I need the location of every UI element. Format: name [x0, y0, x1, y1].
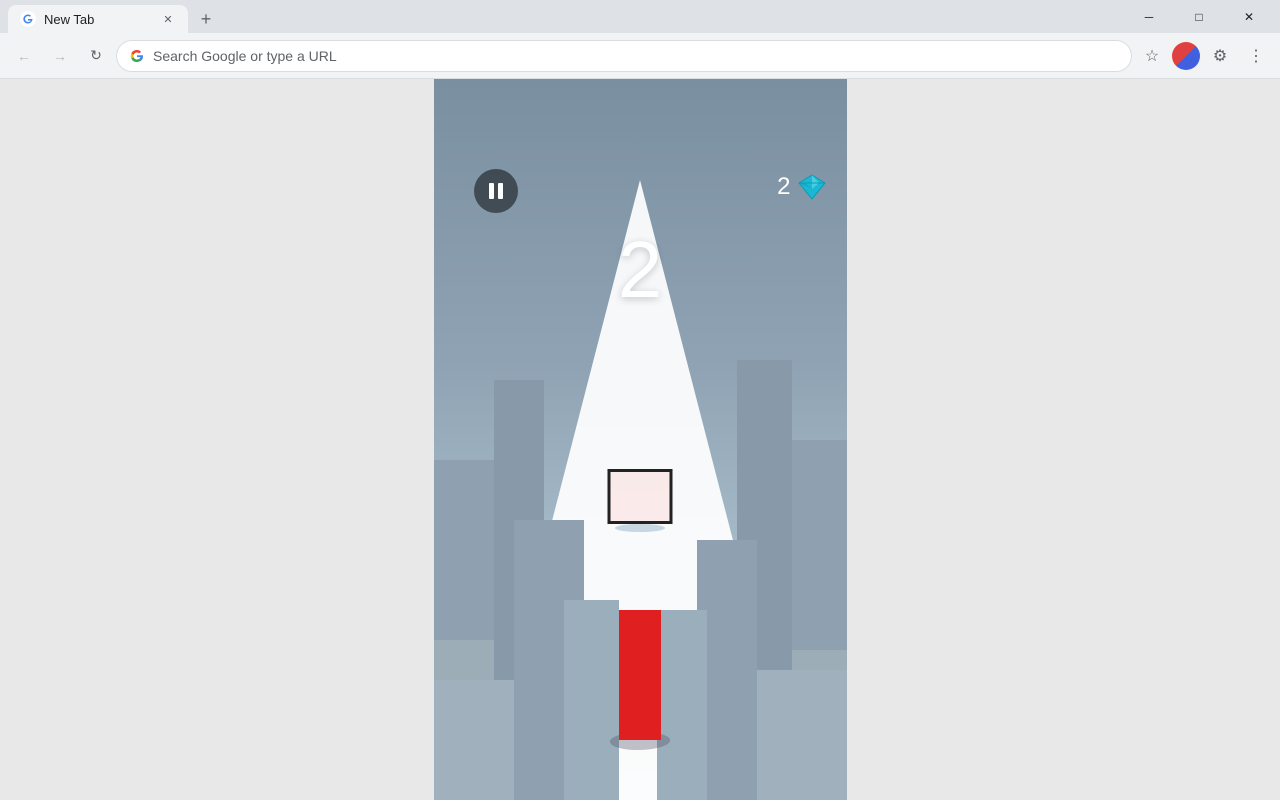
- toolbar-right: ☆ ⚙ ⋮: [1136, 40, 1272, 72]
- tab-strip: New Tab ✕ +: [8, 0, 220, 33]
- bookmark-button[interactable]: ☆: [1136, 40, 1168, 72]
- title-bar: New Tab ✕ + ─ □ ✕: [0, 0, 1280, 33]
- reload-button[interactable]: ↻: [80, 40, 112, 72]
- address-bar[interactable]: Search Google or type a URL: [116, 40, 1132, 72]
- menu-button[interactable]: ⋮: [1240, 40, 1272, 72]
- gate: [608, 469, 673, 524]
- player-block: [619, 610, 661, 740]
- back-button[interactable]: ←: [8, 40, 40, 72]
- pause-button[interactable]: [474, 169, 518, 213]
- close-window-button[interactable]: ✕: [1226, 0, 1272, 33]
- toolbar: ← → ↻ Search Google or type a URL ☆ ⚙ ⋮: [0, 33, 1280, 79]
- close-tab-button[interactable]: ✕: [160, 11, 176, 27]
- buildings-left: [434, 79, 634, 800]
- gem-icon: [797, 173, 827, 201]
- new-tab-button[interactable]: +: [192, 5, 220, 33]
- extensions-button[interactable]: ⚙: [1204, 40, 1236, 72]
- pause-bar-right: [498, 183, 503, 199]
- pause-icon: [489, 183, 503, 199]
- game-scene: 2 2: [434, 79, 847, 800]
- gem-count: 2: [777, 173, 790, 201]
- tab-title: New Tab: [44, 12, 152, 27]
- favicon-icon: [20, 11, 36, 27]
- score-display: 2: [618, 224, 663, 316]
- profile-avatar[interactable]: [1172, 42, 1200, 70]
- forward-button[interactable]: →: [44, 40, 76, 72]
- maximize-button[interactable]: □: [1176, 0, 1222, 33]
- game-container[interactable]: 2 2: [434, 79, 847, 800]
- page-content: 2 2: [0, 79, 1280, 800]
- active-tab[interactable]: New Tab ✕: [8, 5, 188, 33]
- address-text: Search Google or type a URL: [153, 48, 1119, 64]
- window-controls: ─ □ ✕: [1126, 0, 1272, 33]
- minimize-button[interactable]: ─: [1126, 0, 1172, 33]
- pause-bar-left: [489, 183, 494, 199]
- building-left-front: [564, 600, 619, 800]
- gems-display: 2: [777, 173, 826, 201]
- gate-shadow: [615, 524, 665, 532]
- building-right-front: [657, 610, 707, 800]
- google-logo-icon: [129, 48, 145, 64]
